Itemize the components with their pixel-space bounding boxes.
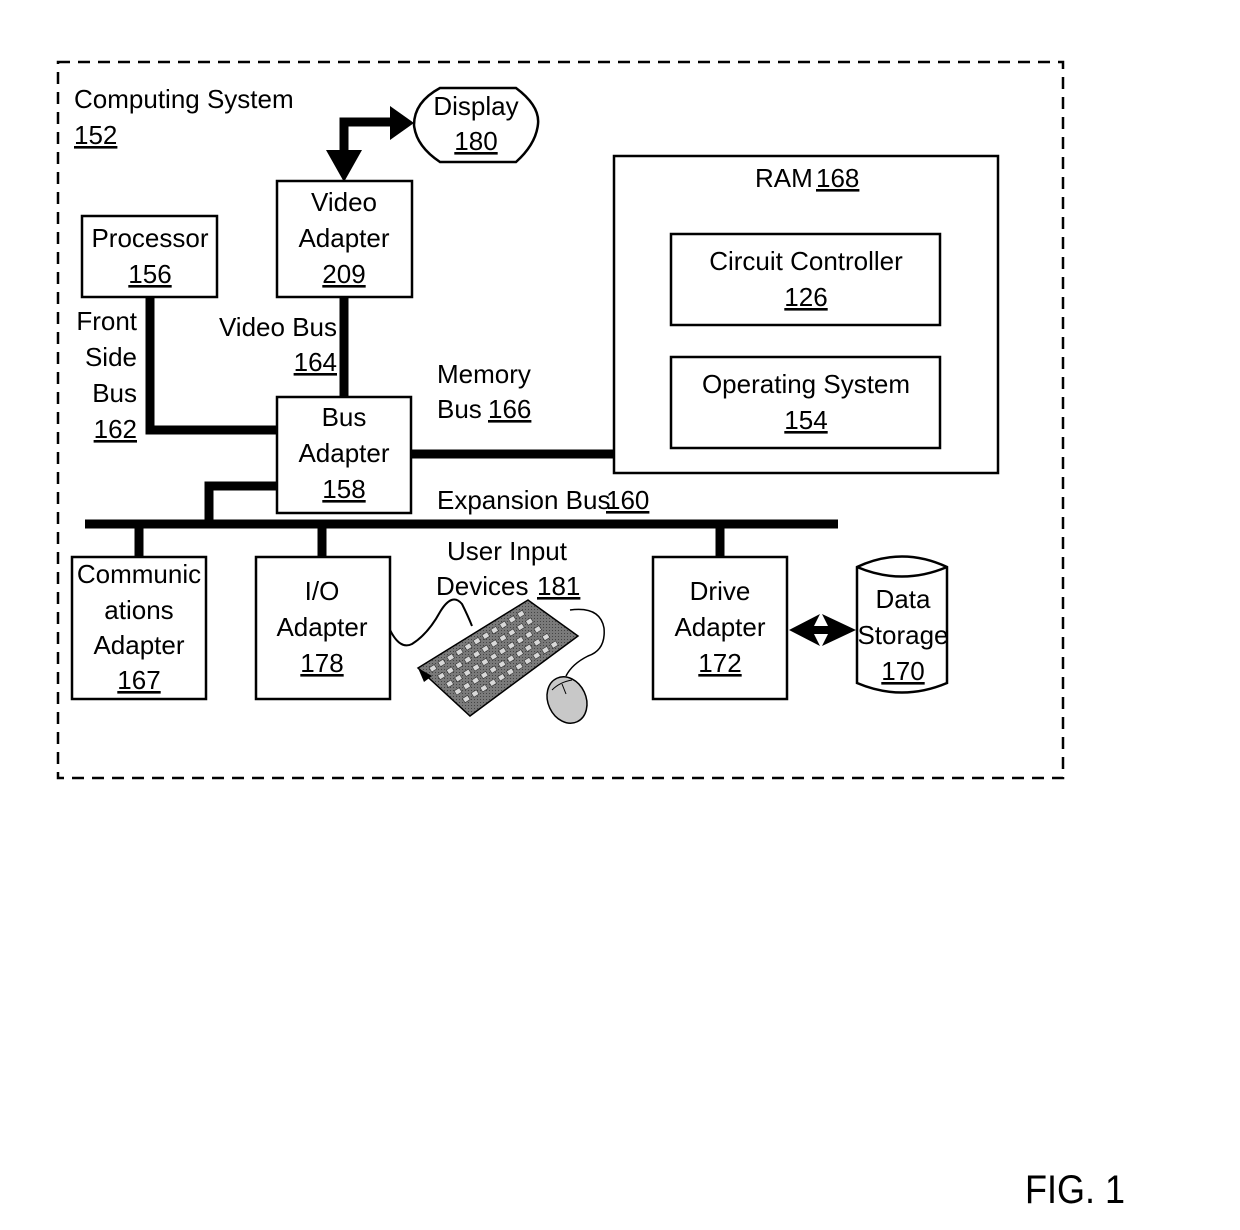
drive-adapter-label-1: Drive [690, 576, 751, 606]
circuit-controller-node: Circuit Controller 126 [669, 232, 942, 327]
memory-bus-label-1: Memory [437, 359, 531, 389]
operating-system-node: Operating System 154 [669, 355, 942, 450]
computing-system-ref: 152 [74, 120, 117, 150]
data-storage-label-1: Data [876, 584, 931, 614]
bus-adapter-label-1: Bus [322, 402, 367, 432]
drive-adapter-node: Drive Adapter 172 [651, 555, 789, 701]
keyboard-cable [389, 598, 473, 647]
user-input-devices-label: User Input Devices 181 [436, 536, 580, 601]
comm-adapter-label-2: ations [104, 595, 173, 625]
video-bus-label: Video Bus 164 [219, 312, 337, 377]
video-display-arrow [326, 106, 414, 182]
processor-ref: 156 [128, 259, 171, 289]
io-adapter-node: I/O Adapter 178 [254, 555, 392, 701]
figure-label: FIG. 1 [1025, 1168, 1126, 1212]
processor-node: Processor 156 [80, 214, 219, 299]
operating-system-ref: 154 [784, 405, 827, 435]
io-adapter-label-1: I/O [305, 576, 340, 606]
memory-bus-label-2: Bus [437, 394, 482, 424]
display-label: Display [433, 91, 518, 121]
io-adapter-ref: 178 [300, 648, 343, 678]
circuit-controller-ref: 126 [784, 282, 827, 312]
bus-adapter-expansion-link [204, 481, 277, 524]
mouse-cable [565, 608, 605, 677]
memory-bus-ref: 166 [488, 394, 531, 424]
front-side-bus-label: Front Side Bus 162 [76, 306, 137, 444]
data-storage-label-2: Storage [857, 620, 948, 650]
video-adapter-node: Video Adapter 209 [275, 179, 414, 299]
video-bus-ref: 164 [294, 347, 337, 377]
io-adapter-label-2: Adapter [276, 612, 367, 642]
display-ref: 180 [454, 126, 497, 156]
communications-adapter-node: Communic ations Adapter 167 [70, 555, 208, 701]
memory-bus-label: Memory Bus 166 [437, 359, 531, 424]
mouse-icon [546, 676, 588, 724]
ram-node: RAM 168 Circuit Controller 126 Operating… [612, 154, 1000, 475]
front-side-bus-label-3: Bus [92, 378, 137, 408]
display-node: Display 180 [412, 86, 540, 164]
computing-system-diagram: Computing System 152 Display 180 Video A… [56, 60, 1065, 780]
comm-adapter-ref: 167 [117, 665, 160, 695]
comm-adapter-label-1: Communic [77, 559, 201, 589]
data-storage-ref: 170 [881, 656, 924, 686]
expansion-bus-ref: 160 [606, 485, 649, 515]
drive-adapter-ref: 172 [698, 648, 741, 678]
expansion-bus-label: Expansion Bus 160 [437, 485, 649, 515]
front-side-bus-ref: 162 [94, 414, 137, 444]
front-side-bus-label-2: Side [85, 342, 137, 372]
bus-adapter-ref: 158 [322, 474, 365, 504]
video-adapter-label-1: Video [311, 187, 377, 217]
user-input-label-2: Devices [436, 571, 528, 601]
data-storage-node: Data Storage 170 [855, 555, 949, 694]
comm-adapter-label-3: Adapter [93, 630, 184, 660]
ram-label: RAM [755, 163, 813, 193]
video-bus-label-text: Video Bus [219, 312, 337, 342]
video-adapter-ref: 209 [322, 259, 365, 289]
drive-adapter-label-2: Adapter [674, 612, 765, 642]
processor-label: Processor [91, 223, 208, 253]
circuit-controller-label: Circuit Controller [709, 246, 903, 276]
user-input-ref: 181 [537, 571, 580, 601]
computing-system-label: Computing System [74, 84, 294, 114]
operating-system-label: Operating System [702, 369, 910, 399]
ram-ref: 168 [816, 163, 859, 193]
bus-adapter-label-2: Adapter [298, 438, 389, 468]
drive-storage-arrow [789, 614, 856, 646]
video-adapter-label-2: Adapter [298, 223, 389, 253]
bus-adapter-node: Bus Adapter 158 [275, 395, 413, 515]
expansion-bus-label-text: Expansion Bus [437, 485, 610, 515]
front-side-bus-label-1: Front [76, 306, 137, 336]
user-input-label-1: User Input [447, 536, 568, 566]
